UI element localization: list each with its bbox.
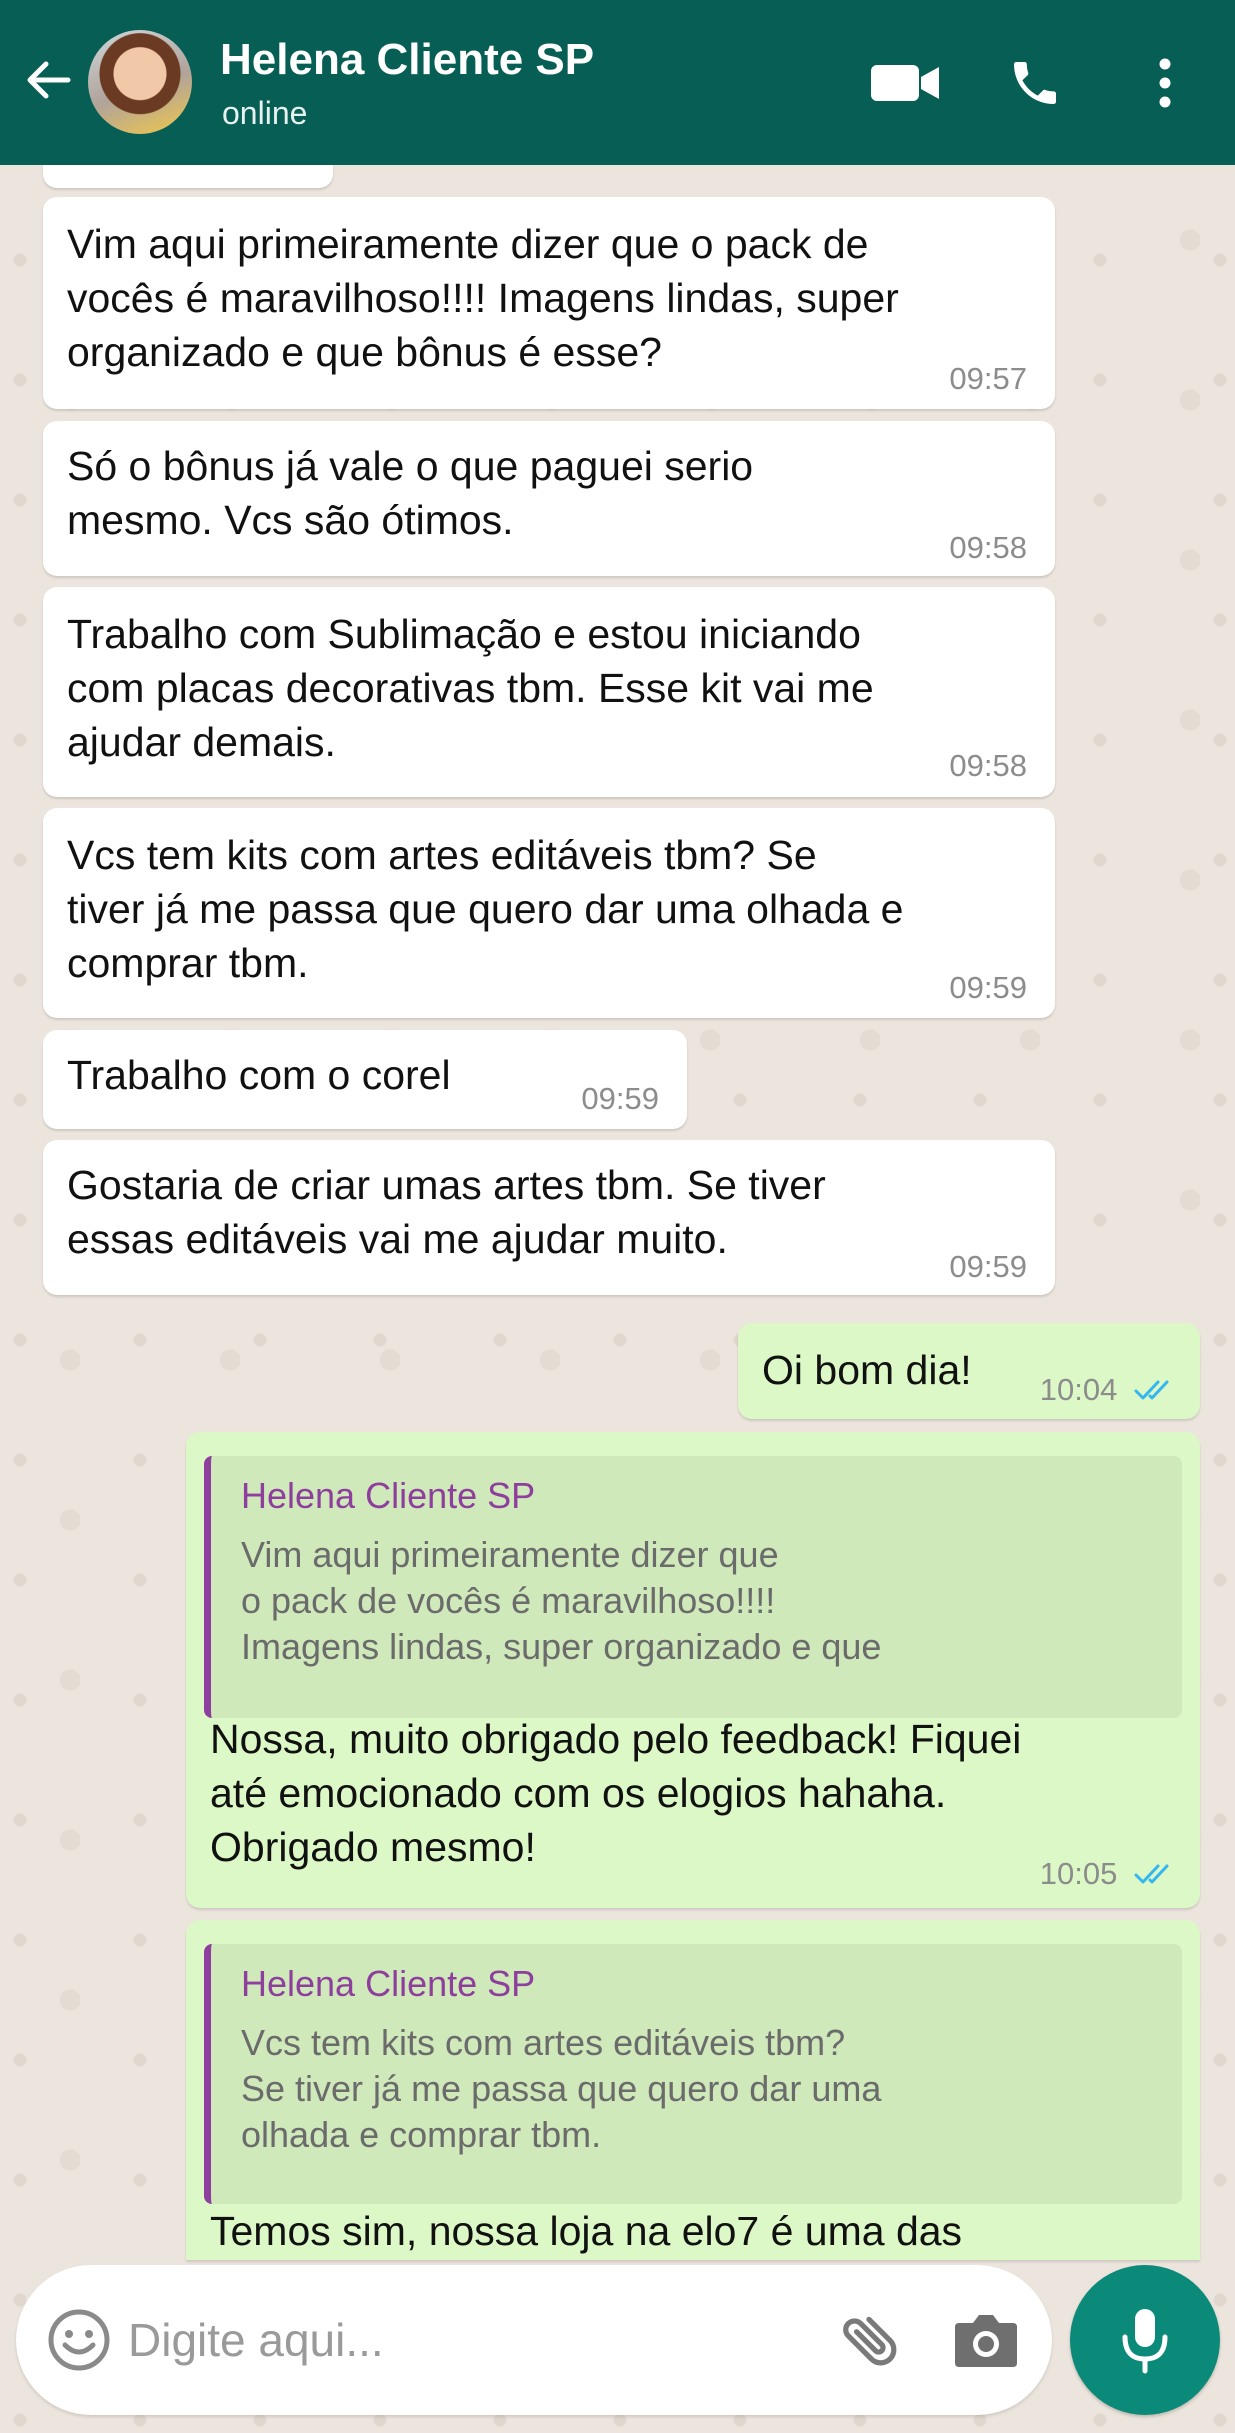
contact-status: online <box>222 95 308 131</box>
message-bubble-outgoing[interactable]: Oi bom dia! 10:04 <box>738 1323 1200 1419</box>
microphone-icon <box>1122 2309 1168 2374</box>
message-time: 09:59 <box>581 1081 659 1116</box>
message-text: Temos sim, nossa loja na elo7 é uma das <box>210 2208 963 2254</box>
attach-icon[interactable] <box>836 2305 906 2375</box>
quoted-message[interactable]: Helena Cliente SP Vcs tem kits com artes… <box>204 1944 1182 2204</box>
quoted-text: Vcs tem kits com artes editáveis tbm? Se… <box>241 2022 882 2155</box>
message-text: Nossa, muito obrigado pelo feedback! Fiq… <box>210 1716 1022 1870</box>
quoted-message[interactable]: Helena Cliente SP Vim aqui primeiramente… <box>204 1456 1182 1718</box>
message-bubble-incoming[interactable]: Vim aqui primeiramente dizer que o pack … <box>43 197 1055 409</box>
message-text: Vcs tem kits com artes editáveis tbm? Se… <box>67 832 904 986</box>
quoted-author: Helena Cliente SP <box>241 1475 536 1516</box>
read-ticks-icon <box>1134 1365 1176 1419</box>
message-bubble-incoming[interactable]: Trabalho com o corel 09:59 <box>43 1030 687 1129</box>
message-bubble-incoming[interactable]: Gostaria de criar umas artes tbm. Se tiv… <box>43 1140 1055 1295</box>
contact-name[interactable]: Helena Cliente SP <box>220 35 594 85</box>
emoji-icon[interactable] <box>46 2307 112 2373</box>
more-options-icon[interactable] <box>1135 48 1195 118</box>
message-time: 09:59 <box>949 970 1027 1005</box>
message-text: Vim aqui primeiramente dizer que o pack … <box>67 221 899 375</box>
contact-avatar[interactable] <box>88 30 192 134</box>
message-time: 09:57 <box>949 361 1027 396</box>
message-meta: 10:04 <box>1040 1363 1176 1419</box>
message-meta: 10:05 <box>1040 1847 1176 1903</box>
message-bubble-incoming[interactable]: Só o bônus já vale o que paguei serio me… <box>43 421 1055 576</box>
message-time: 09:58 <box>949 748 1027 783</box>
message-input[interactable] <box>128 2305 728 2375</box>
quoted-text: Vim aqui primeiramente dizer que o pack … <box>241 1534 882 1667</box>
voice-call-icon[interactable] <box>995 48 1075 118</box>
message-bubble-incoming[interactable]: Vcs tem kits com artes editáveis tbm? Se… <box>43 808 1055 1018</box>
message-text: Só o bônus já vale o que paguei serio me… <box>67 443 754 543</box>
message-bubble-incoming[interactable]: Trabalho com Sublimação e estou iniciand… <box>43 587 1055 797</box>
message-text: Trabalho com Sublimação e estou iniciand… <box>67 611 874 765</box>
back-arrow-icon[interactable] <box>18 50 78 110</box>
message-time: 09:58 <box>949 530 1027 565</box>
video-call-icon[interactable] <box>860 48 950 118</box>
message-time: 10:05 <box>1039 1856 1118 1891</box>
quoted-author: Helena Cliente SP <box>241 1963 536 2004</box>
message-time: 10:04 <box>1039 1372 1118 1407</box>
message-composer <box>16 2265 1052 2415</box>
camera-icon[interactable] <box>951 2307 1021 2373</box>
chat-header: Helena Cliente SP online <box>0 0 1235 165</box>
microphone-button[interactable] <box>1070 2265 1220 2415</box>
read-ticks-icon <box>1134 1849 1176 1903</box>
message-time: 09:59 <box>949 1249 1027 1284</box>
message-bubble-outgoing-reply[interactable]: Helena Cliente SP Vcs tem kits com artes… <box>186 1920 1200 2260</box>
message-text: Gostaria de criar umas artes tbm. Se tiv… <box>67 1162 826 1262</box>
message-bubble-outgoing-reply[interactable]: Helena Cliente SP Vim aqui primeiramente… <box>186 1432 1200 1908</box>
